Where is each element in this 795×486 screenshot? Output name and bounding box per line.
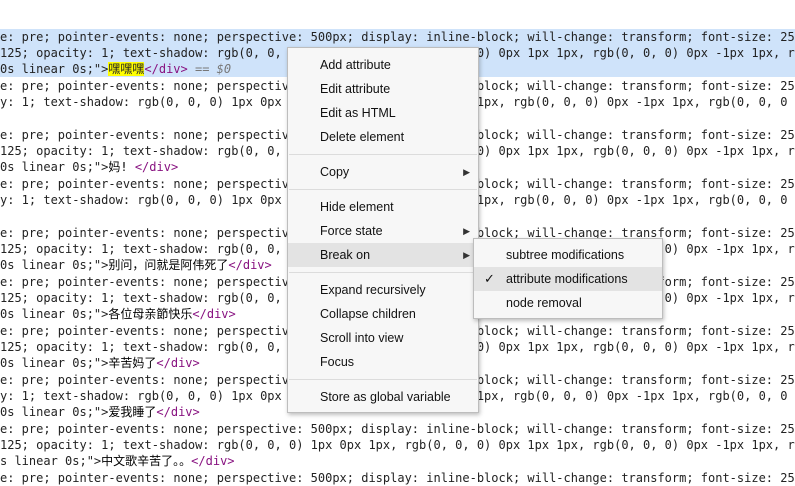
submenu-item-label: attribute modifications	[506, 272, 628, 286]
menu-expand-recursively[interactable]: Expand recursively	[288, 278, 478, 302]
menu-item-label: Delete element	[320, 130, 405, 144]
submenu-subtree-modifications[interactable]: subtree modifications	[474, 243, 662, 267]
submenu-item-label: subtree modifications	[506, 248, 625, 262]
code-line[interactable]: e: pre; pointer-events: none; perspectiv…	[0, 29, 795, 45]
code-line[interactable]: e: pre; pointer-events: none; perspectiv…	[0, 470, 795, 486]
menu-item-label: Edit as HTML	[320, 106, 396, 120]
submenu-node-removal[interactable]: node removal	[474, 291, 662, 315]
node-text: 辛苦妈了	[108, 356, 157, 370]
attribute-text: e: pre; pointer-events: none; perspectiv…	[0, 30, 795, 44]
closing-tag: </div>	[134, 160, 179, 174]
menu-store-as-global-variable[interactable]: Store as global variable	[288, 385, 478, 409]
menu-separator	[289, 272, 477, 273]
closing-tag: </div>	[156, 405, 200, 419]
menu-item-label: Focus	[320, 355, 355, 369]
menu-focus[interactable]: Focus	[288, 350, 478, 374]
code-line[interactable]: s linear 0s;">中文歌辛苦了。。</div>	[0, 453, 795, 469]
menu-item-label: Edit attribute	[320, 82, 391, 96]
menu-scroll-into-view[interactable]: Scroll into view	[288, 326, 478, 350]
menu-separator	[289, 189, 477, 190]
check-icon: ✓	[484, 271, 495, 286]
submenu-arrow-icon: ▶	[463, 250, 470, 260]
menu-separator	[289, 379, 477, 380]
menu-item-label: Expand recursively	[320, 283, 426, 297]
menu-item-label: Store as global variable	[320, 390, 451, 404]
menu-hide-element[interactable]: Hide element	[288, 195, 478, 219]
context-menu: Add attribute Edit attribute Edit as HTML D…	[287, 47, 479, 413]
attribute-text: s linear 0s;">	[0, 454, 102, 468]
submenu-arrow-icon: ▶	[463, 226, 470, 236]
menu-separator	[289, 154, 477, 155]
menu-break-on[interactable]: Break on ▶	[288, 243, 478, 267]
menu-item-label: Scroll into view	[320, 331, 404, 345]
node-text: 妈!	[108, 160, 135, 174]
menu-copy[interactable]: Copy ▶	[288, 160, 478, 184]
attribute-text: e: pre; pointer-events: none; perspectiv…	[0, 471, 795, 485]
closing-tag: </div>	[191, 454, 235, 468]
code-line[interactable]: 125; opacity: 1; text-shadow: rgb(0, 0, …	[0, 437, 795, 453]
closing-tag: </div>	[192, 307, 236, 321]
attribute-text: 0s linear 0s;">	[0, 258, 109, 272]
attribute-text: 0s linear 0s;">	[0, 405, 109, 419]
submenu-item-label: node removal	[506, 296, 582, 310]
attribute-text: 0s linear 0s;">	[0, 160, 109, 174]
menu-item-label: Force state	[320, 224, 383, 238]
menu-delete-element[interactable]: Delete element	[288, 125, 478, 149]
submenu-arrow-icon: ▶	[463, 167, 470, 177]
menu-add-attribute[interactable]: Add attribute	[288, 53, 478, 77]
attribute-text: 0s linear 0s;">	[0, 307, 109, 321]
menu-item-label: Add attribute	[320, 58, 391, 72]
menu-item-label: Break on	[320, 248, 371, 262]
attribute-text: 0s linear 0s;">	[0, 356, 109, 370]
submenu-attribute-modifications[interactable]: ✓ attribute modifications	[474, 267, 662, 291]
node-text: 中文歌辛苦了。。	[101, 454, 192, 468]
closing-tag: </div>	[156, 356, 200, 370]
menu-edit-attribute[interactable]: Edit attribute	[288, 77, 478, 101]
attribute-text: 125; opacity: 1; text-shadow: rgb(0, 0, …	[0, 438, 795, 452]
console-ref: == $0	[187, 62, 232, 76]
break-on-submenu: subtree modifications ✓ attribute modifica…	[473, 238, 663, 319]
menu-item-label: Collapse children	[320, 307, 416, 321]
node-text: 各位母亲節快乐	[108, 307, 193, 321]
menu-edit-as-html[interactable]: Edit as HTML	[288, 101, 478, 125]
node-text: 爱我睡了	[108, 405, 157, 419]
closing-tag: </div>	[228, 258, 272, 272]
code-line[interactable]: e: pre; pointer-events: none; perspectiv…	[0, 421, 795, 437]
closing-tag: </div>	[144, 62, 188, 76]
attribute-text: 0s linear 0s;">	[0, 62, 109, 76]
node-text: 别问，问就是阿伟死了	[108, 258, 229, 272]
menu-item-label: Hide element	[320, 200, 394, 214]
highlighted-text: 嘿嘿嘿	[108, 62, 145, 76]
menu-collapse-children[interactable]: Collapse children	[288, 302, 478, 326]
menu-item-label: Copy	[320, 165, 350, 179]
attribute-text: e: pre; pointer-events: none; perspectiv…	[0, 422, 795, 436]
menu-force-state[interactable]: Force state ▶	[288, 219, 478, 243]
